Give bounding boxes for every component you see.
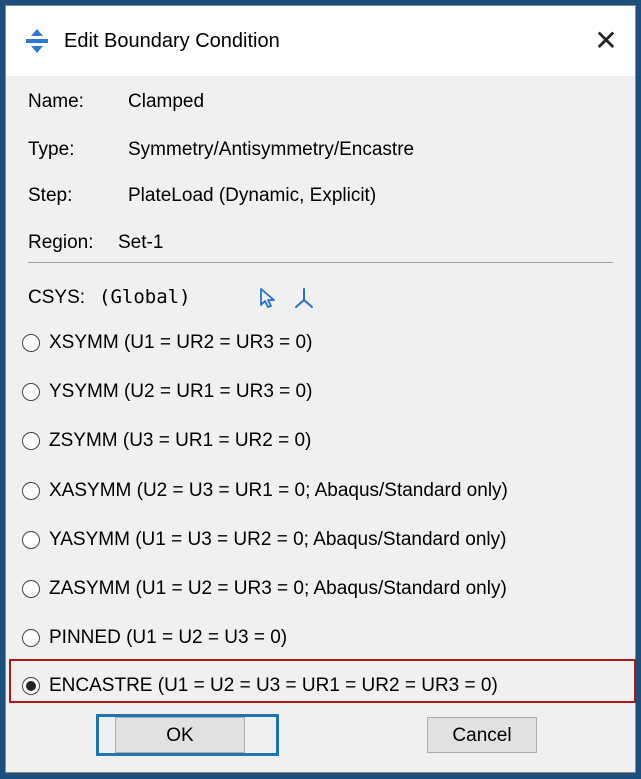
boundary-condition-icon	[26, 29, 48, 53]
arrow-cursor-icon[interactable]	[256, 286, 280, 310]
csys-row: CSYS: (Global)	[28, 284, 313, 314]
type-value: Symmetry/Antisymmetry/Encastre	[128, 139, 415, 160]
csys-label: CSYS:	[28, 287, 86, 308]
region-row: Region: Set-1	[28, 230, 163, 256]
radio-button[interactable]	[22, 531, 40, 549]
ok-button[interactable]: OK	[115, 717, 245, 753]
option-label: ZSYMM (U3 = UR1 = UR2 = 0)	[49, 430, 312, 451]
radio-button[interactable]	[22, 334, 40, 352]
edit-boundary-condition-dialog: Edit Boundary Condition ✕ Name: Clamped …	[5, 5, 636, 773]
option-label: YSYMM (U2 = UR1 = UR3 = 0)	[49, 381, 313, 402]
region-value: Set-1	[118, 232, 164, 253]
name-label: Name:	[28, 91, 84, 112]
step-row: Step: PlateLoad (Dynamic, Explicit)	[28, 183, 376, 209]
ok-focus-outline: OK	[96, 714, 279, 756]
encastre-highlight-box	[9, 659, 636, 703]
type-label: Type:	[28, 139, 75, 160]
close-icon[interactable]: ✕	[591, 24, 621, 58]
type-row: Type: Symmetry/Antisymmetry/Encastre	[28, 137, 414, 163]
radio-button[interactable]	[22, 432, 40, 450]
option-label: PINNED (U1 = U2 = U3 = 0)	[49, 627, 288, 648]
coordinate-axes-icon[interactable]	[292, 286, 316, 310]
radio-button[interactable]	[22, 629, 40, 647]
option-label: XSYMM (U1 = UR2 = UR3 = 0)	[49, 332, 313, 353]
separator	[28, 262, 613, 263]
option-label: YASYMM (U1 = U3 = UR2 = 0; Abaqus/Standa…	[49, 529, 507, 550]
title-bar[interactable]: Edit Boundary Condition ✕	[6, 6, 635, 76]
csys-value: (Global)	[99, 286, 191, 308]
option-label: ZASYMM (U1 = U2 = UR3 = 0; Abaqus/Standa…	[49, 578, 507, 599]
step-label: Step:	[28, 185, 73, 206]
region-label: Region:	[28, 232, 94, 253]
option-label: XASYMM (U2 = U3 = UR1 = 0; Abaqus/Standa…	[49, 480, 508, 501]
step-value: PlateLoad (Dynamic, Explicit)	[128, 185, 377, 206]
name-row: Name: Clamped	[28, 89, 204, 115]
name-value: Clamped	[128, 91, 205, 112]
radio-button[interactable]	[22, 482, 40, 500]
radio-button[interactable]	[22, 383, 40, 401]
cancel-button[interactable]: Cancel	[427, 717, 537, 753]
dialog-title: Edit Boundary Condition	[64, 30, 280, 52]
radio-button[interactable]	[22, 580, 40, 598]
